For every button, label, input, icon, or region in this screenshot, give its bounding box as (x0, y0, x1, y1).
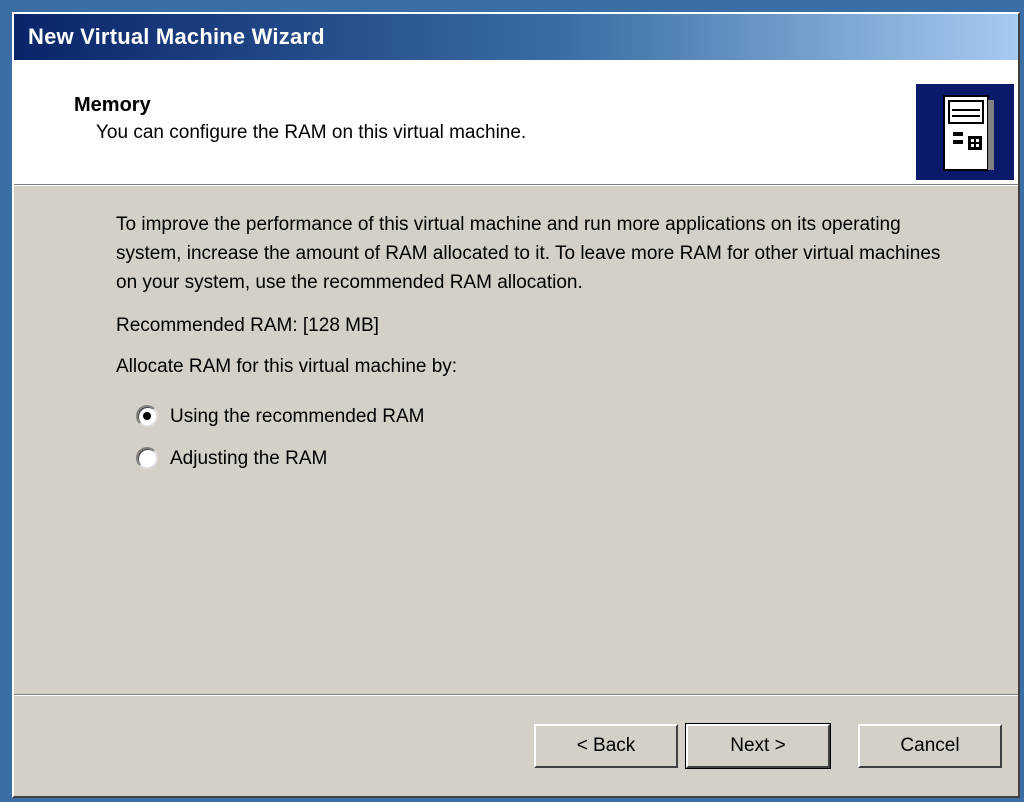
radio-recommended-ram-label[interactable]: Using the recommended RAM (170, 402, 425, 431)
radio-button-unchecked[interactable] (136, 447, 158, 469)
radio-button-checked[interactable] (136, 405, 158, 427)
title-bar[interactable]: New Virtual Machine Wizard (14, 14, 1018, 60)
window-title: New Virtual Machine Wizard (28, 24, 325, 49)
recommended-ram-text: Recommended RAM: [128 MB] (116, 315, 379, 336)
server-icon (916, 84, 1014, 180)
back-button[interactable]: < Back (534, 724, 678, 768)
footer-separator (14, 694, 1018, 696)
wizard-header: Memory You can configure the RAM on this… (14, 60, 1018, 186)
intro-text: To improve the performance of this virtu… (116, 214, 941, 293)
next-button[interactable]: Next > (685, 723, 831, 769)
radio-recommended-ram[interactable]: Using the recommended RAM (136, 395, 958, 437)
radio-adjust-ram[interactable]: Adjusting the RAM (136, 437, 958, 479)
wizard-window: New Virtual Machine Wizard Memory You ca… (12, 12, 1020, 798)
allocate-label: Allocate RAM for this virtual machine by… (116, 356, 458, 377)
cancel-button[interactable]: Cancel (858, 724, 1002, 768)
page-heading: Memory (74, 94, 151, 116)
wizard-content: To improve the performance of this virtu… (116, 210, 958, 479)
radio-adjust-ram-label[interactable]: Adjusting the RAM (170, 444, 327, 473)
page-subheading: You can configure the RAM on this virtua… (96, 122, 527, 143)
